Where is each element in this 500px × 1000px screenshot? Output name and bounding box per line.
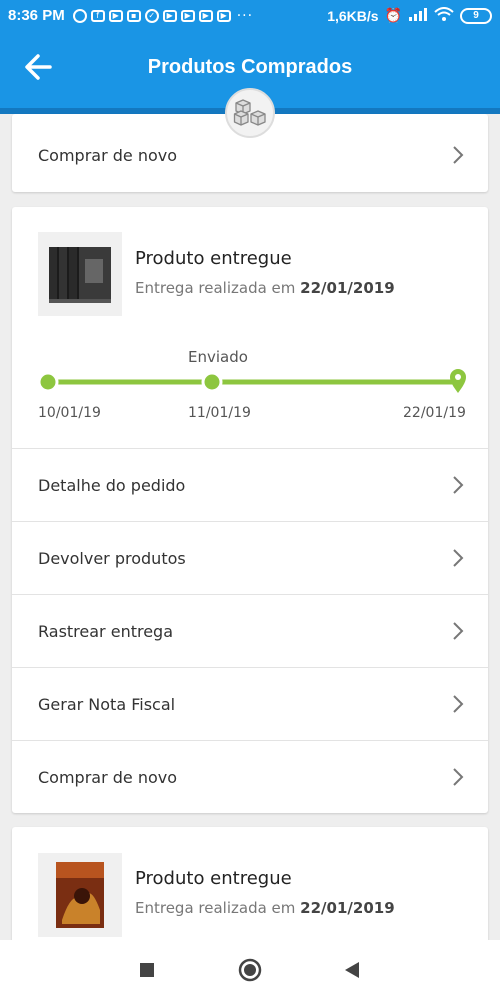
timeline-date-middle: 11/01/19 [188, 405, 251, 421]
order-details-row[interactable]: Detalhe do pedido [12, 448, 488, 521]
youtube-icon: ▶ [180, 9, 195, 22]
signal-icon [408, 7, 428, 24]
boxes-badge [225, 88, 275, 138]
status-time: 8:36 PM [8, 7, 65, 24]
system-nav-bar [0, 940, 500, 1000]
youtube-icon: ▶ [216, 9, 231, 22]
timeline-dot-start [38, 371, 59, 393]
youtube-icon: ▶ [162, 9, 177, 22]
message-icon: ▪ [126, 9, 141, 22]
delivery-prefix: Entrega realizada em [135, 279, 301, 297]
generate-invoice-row[interactable]: Gerar Nota Fiscal [12, 667, 488, 740]
facebook-icon: f [90, 9, 105, 22]
square-icon [140, 963, 154, 977]
back-nav-button[interactable] [340, 958, 364, 982]
timeline-date-start: 10/01/19 [38, 405, 101, 421]
delivery-date: 22/01/2019 [300, 279, 395, 297]
product-thumbnail[interactable] [38, 853, 122, 937]
row-label: Devolver produtos [38, 548, 186, 568]
order-card-next: Produto entregue Entrega realizada em 22… [12, 827, 488, 947]
chevron-right-icon [453, 476, 464, 494]
circle-icon [238, 958, 262, 982]
timeline-middle-label: Enviado [188, 348, 248, 366]
youtube-icon: ▶ [198, 9, 213, 22]
status-bar: 8:36 PM f ▶ ▪ ✓ ▶ ▶ ▶ ▶ ··· 1,6KB/s ⏰ 9 [0, 0, 500, 31]
row-label: Rastrear entrega [38, 621, 174, 641]
whatsapp-icon [72, 8, 87, 23]
triangle-back-icon [345, 962, 359, 978]
book-box-set-image [49, 247, 111, 303]
row-label: Detalhe do pedido [38, 475, 186, 495]
row-label: Comprar de novo [38, 146, 178, 165]
product-status: Produto entregue [135, 248, 292, 269]
chevron-right-icon [453, 768, 464, 786]
network-speed: 1,6KB/s [327, 7, 379, 24]
chevron-right-icon [453, 695, 464, 713]
notification-icons: f ▶ ▪ ✓ ▶ ▶ ▶ ▶ ··· [72, 7, 254, 24]
chevron-right-icon [453, 622, 464, 640]
delivery-timeline [38, 369, 466, 393]
timeline-dot-middle [201, 371, 223, 393]
location-pin-icon [450, 369, 466, 393]
check-icon: ✓ [144, 8, 159, 23]
book-cover-image [56, 862, 104, 928]
buy-again-row[interactable]: Comprar de novo [12, 740, 488, 813]
timeline-date-end: 22/01/19 [403, 405, 466, 421]
product-thumbnail[interactable] [38, 232, 122, 316]
delivery-prefix: Entrega realizada em [135, 899, 301, 917]
delivery-info: Entrega realizada em 22/01/2019 [135, 899, 395, 917]
youtube-icon: ▶ [108, 9, 123, 22]
page-title: Produtos Comprados [147, 56, 353, 78]
chevron-right-icon [453, 549, 464, 567]
chevron-right-icon [453, 146, 464, 164]
delivery-info: Entrega realizada em 22/01/2019 [135, 279, 395, 297]
battery-icon: 9 [460, 7, 492, 24]
return-products-row[interactable]: Devolver produtos [12, 521, 488, 594]
home-button[interactable] [238, 958, 262, 982]
boxes-icon [233, 99, 266, 126]
alarm-icon: ⏰ [384, 7, 402, 23]
more-notifications-icon: ··· [236, 7, 254, 24]
recents-button[interactable] [135, 958, 159, 982]
track-delivery-row[interactable]: Rastrear entrega [12, 594, 488, 667]
delivery-date: 22/01/2019 [300, 899, 395, 917]
wifi-icon [434, 7, 454, 24]
order-card: Produto entregue Entrega realizada em 22… [12, 207, 488, 813]
row-label: Gerar Nota Fiscal [38, 694, 176, 714]
product-status: Produto entregue [135, 868, 292, 889]
row-label: Comprar de novo [38, 767, 178, 787]
